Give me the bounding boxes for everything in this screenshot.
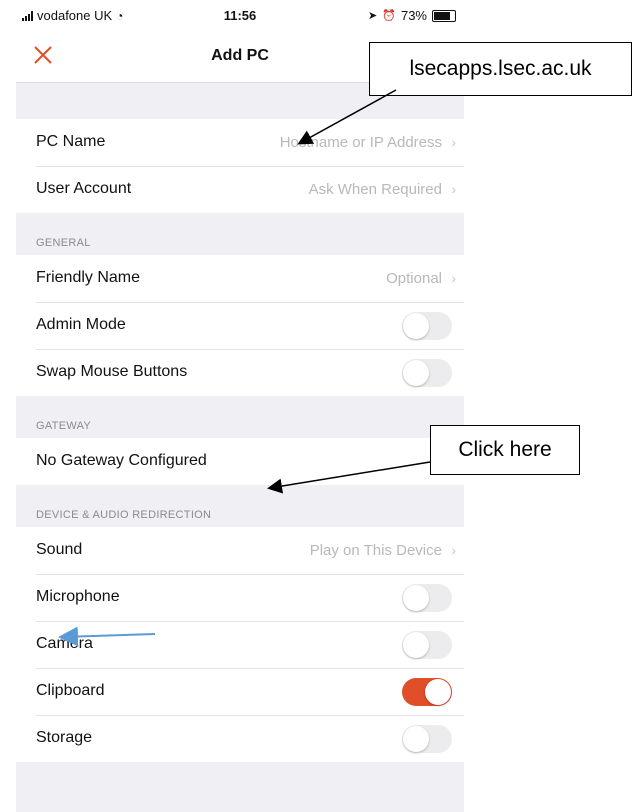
user-account-value: Ask When Required — [308, 181, 442, 198]
swap-mouse-row: Swap Mouse Buttons — [16, 349, 464, 396]
admin-mode-label: Admin Mode — [36, 316, 126, 333]
connection-group: PC Name Hostname or IP Address › User Ac… — [16, 119, 464, 213]
chevron-right-icon: › — [451, 542, 456, 558]
user-account-row[interactable]: User Account Ask When Required › — [16, 166, 464, 213]
redirection-group: Sound Play on This Device › Microphone C… — [16, 527, 464, 762]
chevron-right-icon: › — [451, 134, 456, 150]
app-screen: vodafone UK ◔ 11:56 ➤ ⏰ 73% Add PC PC Na… — [16, 0, 464, 812]
storage-row: Storage — [16, 715, 464, 762]
gateway-group: No Gateway Configured › — [16, 438, 464, 485]
general-group: Friendly Name Optional › Admin Mode Swap… — [16, 255, 464, 396]
pc-name-row[interactable]: PC Name Hostname or IP Address › — [16, 119, 464, 166]
clipboard-label: Clipboard — [36, 682, 105, 699]
chevron-right-icon: › — [451, 270, 456, 286]
microphone-toggle[interactable] — [402, 584, 452, 612]
location-icon: ➤ — [368, 10, 378, 22]
section-header-gateway: GATEWAY — [36, 420, 92, 432]
alarm-icon: ⏰ — [382, 10, 396, 22]
section-header-general: GENERAL — [36, 237, 91, 249]
clipboard-toggle[interactable] — [402, 678, 452, 706]
sound-value: Play on This Device — [309, 542, 442, 559]
pc-name-placeholder: Hostname or IP Address — [279, 134, 442, 151]
gateway-callout: Click here — [430, 425, 580, 475]
storage-toggle[interactable] — [402, 725, 452, 753]
gateway-label: No Gateway Configured — [36, 452, 207, 469]
camera-toggle[interactable] — [402, 631, 452, 659]
camera-row: Camera — [16, 621, 464, 668]
server-callout: lsecapps.lsec.ac.uk — [369, 42, 632, 96]
sound-label: Sound — [36, 541, 83, 558]
friendly-name-row[interactable]: Friendly Name Optional › — [16, 255, 464, 302]
chevron-right-icon: › — [451, 181, 456, 197]
user-account-label: User Account — [36, 180, 132, 197]
storage-label: Storage — [36, 729, 93, 746]
microphone-row: Microphone — [16, 574, 464, 621]
pc-name-label: PC Name — [36, 133, 106, 150]
camera-label: Camera — [36, 635, 93, 652]
friendly-name-label: Friendly Name — [36, 269, 141, 286]
admin-mode-toggle[interactable] — [402, 312, 452, 340]
sound-row[interactable]: Sound Play on This Device › — [16, 527, 464, 574]
battery-icon — [432, 9, 456, 22]
gateway-row[interactable]: No Gateway Configured › — [16, 438, 464, 485]
swap-mouse-toggle[interactable] — [402, 359, 452, 387]
section-header-redirection: DEVICE & AUDIO REDIRECTION — [36, 509, 212, 521]
status-bar: vodafone UK ◔ 11:56 ➤ ⏰ 73% — [16, 0, 464, 32]
swap-mouse-label: Swap Mouse Buttons — [36, 363, 188, 380]
friendly-name-placeholder: Optional — [386, 270, 442, 287]
microphone-label: Microphone — [36, 588, 120, 605]
admin-mode-row: Admin Mode — [16, 302, 464, 349]
clipboard-row: Clipboard — [16, 668, 464, 715]
battery-percent: 73% — [400, 8, 427, 23]
